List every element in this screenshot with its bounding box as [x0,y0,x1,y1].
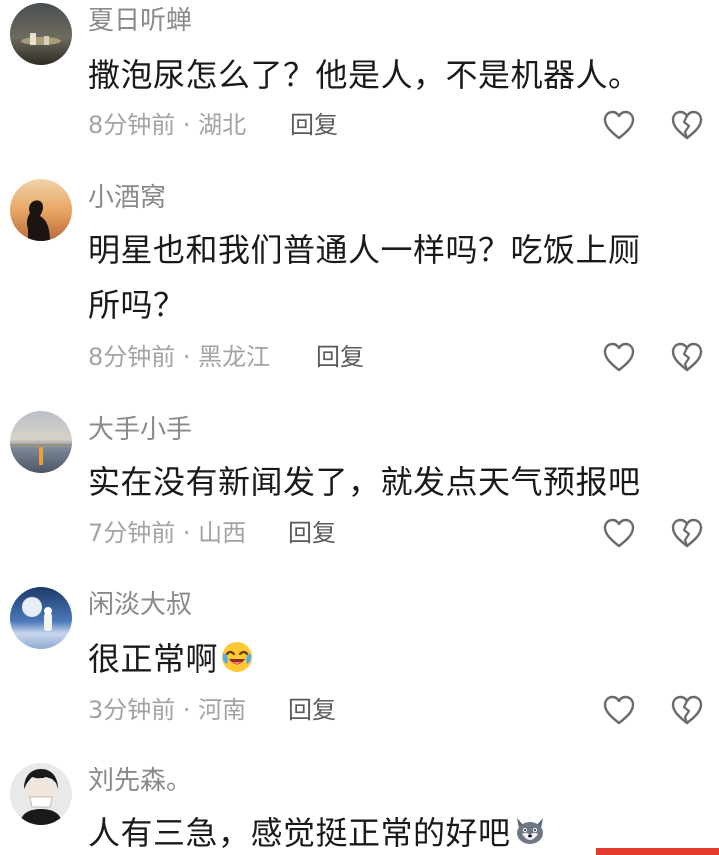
location: 河南 [198,696,247,724]
avatar-astronaut-moon-image [10,587,72,649]
heart-outline-icon[interactable] [602,694,636,726]
location: 黑龙江 [198,343,271,371]
broken-heart-icon[interactable] [670,517,704,549]
broken-heart-icon[interactable] [670,109,704,141]
heart-outline-icon[interactable] [602,109,636,141]
timestamp: 3分钟前 [88,696,176,724]
comment-text-line: 所吗？ [88,286,186,324]
heart-outline-icon[interactable] [602,517,636,549]
location: 湖北 [198,111,247,139]
avatar-sunset-silhouette-image [10,179,72,241]
avatar[interactable] [10,763,72,825]
bottom-accent-bar [596,848,719,855]
reply-button[interactable]: 回复 [316,342,364,372]
husky-dog-emoji-icon [513,810,547,844]
comment-meta: 8分钟前 · 黑龙江 [88,342,270,372]
avatar[interactable] [10,179,72,241]
username[interactable]: 闲淡大叔 [88,590,192,620]
comment-meta: 3分钟前 · 河南 [88,695,246,725]
comment-text: 明星也和我们普通人一样吗？吃饭上厕 所吗？ [88,223,698,333]
username[interactable]: 小酒窝 [88,183,166,213]
comment-text-line: 明星也和我们普通人一样吗？吃饭上厕 [88,231,641,269]
reply-button[interactable]: 回复 [288,518,336,548]
username[interactable]: 刘先森。 [88,766,192,796]
broken-heart-icon[interactable] [670,341,704,373]
heart-outline-icon[interactable] [602,341,636,373]
comment-text-body: 人有三急，感觉挺正常的好吧 [88,814,511,852]
avatar[interactable] [10,587,72,649]
avatar[interactable] [10,411,72,473]
meta-separator: · [175,343,199,371]
crying-laughing-emoji-icon [220,636,254,672]
comment-text-body: 很正常啊 [88,640,219,678]
username[interactable]: 大手小手 [88,415,192,445]
username[interactable]: 夏日听蝉 [88,6,192,36]
comment-text: 实在没有新闻发了，就发点天气预报吧 [88,463,641,501]
avatar[interactable] [10,3,72,65]
timestamp: 8分钟前 [88,111,176,139]
meta-separator: · [175,111,199,139]
timestamp: 8分钟前 [88,343,176,371]
comment-meta: 7分钟前 · 山西 [88,518,246,548]
avatar-sea-sunset-image [10,411,72,473]
comment-text: 很正常啊 [88,632,698,687]
reply-button[interactable]: 回复 [290,110,338,140]
comment-feed: 夏日听蝉 撒泡尿怎么了？他是人，不是机器人。 8分钟前 · 湖北 回复 小酒窝 … [0,0,719,855]
avatar-landscape-image [10,3,72,65]
timestamp: 7分钟前 [88,519,176,547]
comment-meta: 8分钟前 · 湖北 [88,110,246,140]
comment-text: 撒泡尿怎么了？他是人，不是机器人。 [88,56,641,94]
meta-separator: · [175,696,199,724]
avatar-masked-man-image [10,763,72,825]
meta-separator: · [175,519,199,547]
reply-button[interactable]: 回复 [288,695,336,725]
broken-heart-icon[interactable] [670,694,704,726]
location: 山西 [198,519,247,547]
